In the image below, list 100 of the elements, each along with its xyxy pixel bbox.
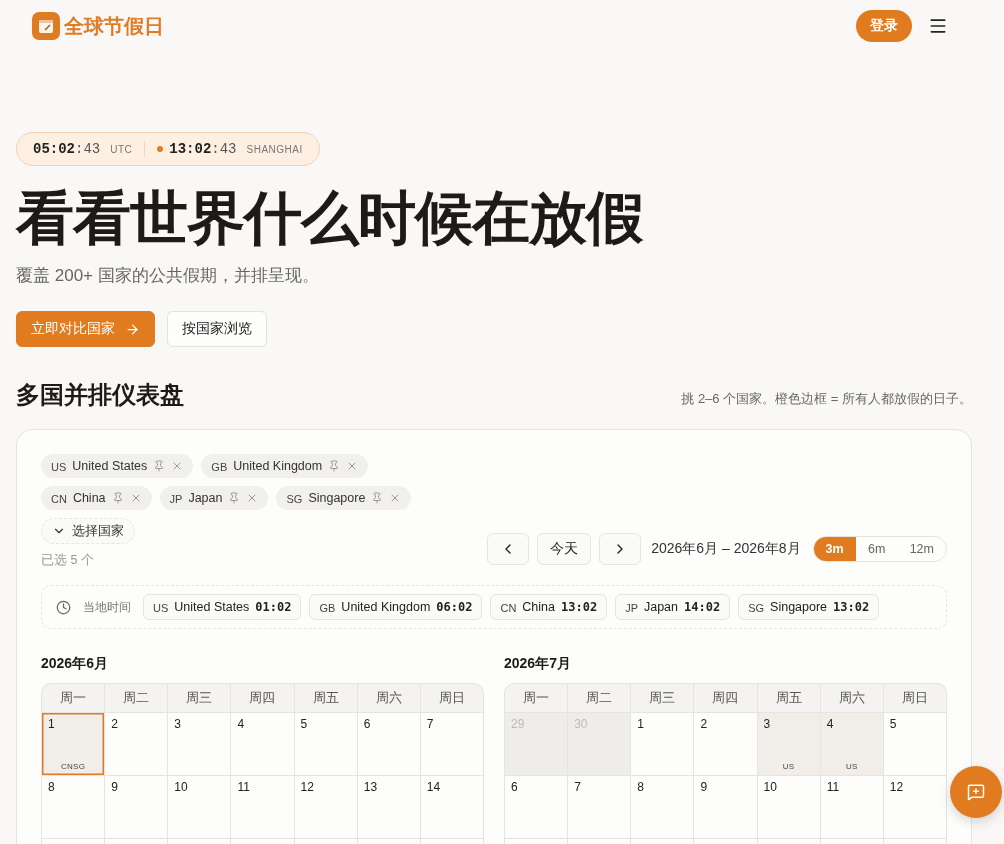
menu-icon <box>928 16 948 36</box>
pin-button[interactable] <box>111 492 124 504</box>
day-number: 8 <box>48 780 55 794</box>
clock-time: 13:02:43 <box>169 141 237 157</box>
day-cell[interactable]: 6 <box>505 776 568 838</box>
weekday-header: 周一 <box>42 684 105 712</box>
country-chip[interactable]: GB United Kingdom <box>201 454 369 478</box>
day-number: 9 <box>111 780 118 794</box>
day-cell[interactable]: 9 <box>105 776 168 838</box>
weekday-header: 周三 <box>631 684 694 712</box>
country-tags: CNSG <box>60 762 86 771</box>
weekday-header: 周六 <box>820 684 883 712</box>
day-number: 12 <box>889 780 904 794</box>
time-zone-label: SHANGHAI <box>246 143 303 155</box>
day-cell[interactable]: 5 <box>883 713 946 775</box>
day-number: 3 <box>174 717 181 731</box>
day-number: 12 <box>300 780 314 794</box>
select-country-button[interactable]: 选择国家 <box>41 518 135 544</box>
chat-button[interactable] <box>950 766 1002 818</box>
weekday-header: 周六 <box>357 684 420 712</box>
local-time: 14:02 <box>684 600 721 614</box>
day-cell[interactable]: 2 <box>694 713 757 775</box>
day-number: 2 <box>111 717 118 731</box>
day-cell[interactable]: 12 <box>883 776 946 838</box>
browse-button[interactable]: 按国家浏览 <box>167 311 267 347</box>
country-chip[interactable]: CN China <box>41 486 152 510</box>
day-number: 8 <box>637 780 644 794</box>
weekday-header: 周日 <box>420 684 483 712</box>
day-cell[interactable]: 7 <box>420 713 483 775</box>
day-cell[interactable]: 12 <box>294 776 357 838</box>
day-number: 3 <box>763 717 771 731</box>
weekday-header: 周一 <box>505 684 568 712</box>
today-button[interactable]: 今天 <box>537 533 592 565</box>
country-name: Singapore <box>770 600 828 614</box>
section-title: 多国并排仪表盘 <box>16 380 184 410</box>
day-cell[interactable]: 14 <box>420 776 483 838</box>
local-time-label: 当地时间 <box>83 598 131 616</box>
day-cell[interactable]: 4 <box>231 713 294 775</box>
range-tab[interactable]: 12m <box>897 537 946 561</box>
day-cell[interactable]: 13 <box>357 776 420 838</box>
country-name: United States <box>72 459 148 473</box>
country-name: Japan <box>188 491 223 505</box>
weekday-header: 周三 <box>168 684 231 712</box>
range-tab[interactable]: 6m <box>855 537 898 561</box>
country-name: Japan <box>643 600 679 614</box>
arrow-right-icon <box>125 321 140 337</box>
previous-button[interactable] <box>487 533 530 565</box>
day-cell[interactable]: 7 <box>568 776 631 838</box>
day-cell[interactable]: 1 CNSG <box>42 713 105 775</box>
country-chip[interactable]: SG Singapore <box>276 486 412 510</box>
country-code: JP <box>169 493 183 505</box>
day-number: 10 <box>174 780 188 794</box>
calendar-logo-icon <box>32 12 60 40</box>
day-cell[interactable]: 4 US <box>820 713 883 775</box>
day-cell[interactable]: 10 <box>168 776 231 838</box>
country-chip[interactable]: US United States <box>41 454 194 478</box>
country-name: United States <box>174 600 250 614</box>
day-number: 11 <box>826 780 840 794</box>
weekday-header: 周四 <box>694 684 757 712</box>
day-number: 6 <box>363 717 371 731</box>
selected-count: 已选 5 个 <box>41 552 95 569</box>
country-code: GB <box>319 602 336 614</box>
pin-button[interactable] <box>328 460 341 472</box>
hero-subtitle: 覆盖 200+ 国家的公共假期，并排呈现。 <box>16 265 320 287</box>
hero-title: 看看世界什么时候在放假 <box>16 184 645 252</box>
day-number: 4 <box>237 717 245 731</box>
country-name: China <box>522 600 555 614</box>
month-title: 2026年7月 <box>504 655 572 673</box>
country-chip[interactable]: JP Japan <box>159 486 269 510</box>
day-cell[interactable]: 6 <box>357 713 420 775</box>
day-number: 2 <box>700 717 708 731</box>
country-code: CN <box>500 602 517 614</box>
day-cell[interactable]: 9 <box>694 776 757 838</box>
day-cell[interactable]: 3 US <box>757 713 820 775</box>
pin-icon <box>153 460 166 472</box>
day-cell[interactable]: 1 <box>631 713 694 775</box>
day-cell[interactable]: 3 <box>168 713 231 775</box>
day-number: 14 <box>426 780 441 794</box>
pin-button[interactable] <box>153 460 166 472</box>
country-code: GB <box>211 461 228 473</box>
menu-button[interactable] <box>928 16 948 36</box>
day-cell[interactable]: 2 <box>105 713 168 775</box>
day-cell[interactable]: 8 <box>631 776 694 838</box>
local-time: 06:02 <box>436 600 473 614</box>
day-cell[interactable]: 5 <box>294 713 357 775</box>
country-code: SG <box>286 493 303 505</box>
local-time: 13:02 <box>561 600 598 614</box>
pin-button[interactable] <box>228 492 241 504</box>
day-cell[interactable]: 11 <box>231 776 294 838</box>
pin-icon <box>228 492 241 504</box>
pin-icon <box>371 492 384 504</box>
day-cell[interactable]: 8 <box>42 776 105 838</box>
day-number: 13 <box>363 780 378 794</box>
pin-button[interactable] <box>371 492 384 504</box>
next-button[interactable] <box>599 533 642 565</box>
country-code: CN <box>51 493 67 505</box>
day-cell[interactable]: 11 <box>820 776 883 838</box>
country-name: Singapore <box>308 491 366 505</box>
weekday-header: 周五 <box>294 684 357 712</box>
day-cell[interactable]: 10 <box>757 776 820 838</box>
